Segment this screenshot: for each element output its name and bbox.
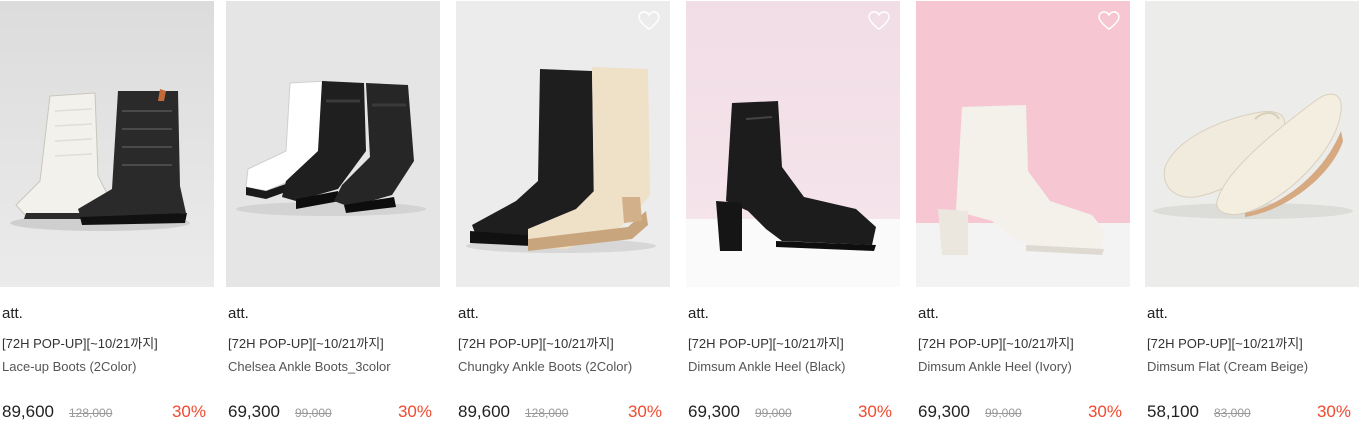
heart-outline-icon — [868, 11, 890, 31]
product-card[interactable]: att. [72H POP-UP][~10/21까지] Lace-up Boot… — [0, 0, 214, 430]
promo-tag: [72H POP-UP][~10/21까지] — [228, 336, 384, 351]
product-image[interactable] — [0, 1, 214, 287]
product-card[interactable]: att. [72H POP-UP][~10/21까지] Chungky Ankl… — [456, 0, 670, 430]
promo-tag: [72H POP-UP][~10/21까지] — [1147, 336, 1303, 351]
original-price: 99,000 — [295, 406, 332, 420]
product-image[interactable] — [1145, 1, 1359, 287]
original-price: 99,000 — [755, 406, 792, 420]
ankle-heel-black-image — [686, 1, 900, 287]
promo-tag: [72H POP-UP][~10/21까지] — [688, 336, 844, 351]
original-price: 99,000 — [985, 406, 1022, 420]
wishlist-button[interactable] — [868, 11, 890, 31]
sale-price: 58,100 — [1147, 402, 1199, 421]
promo-tag: [72H POP-UP][~10/21까지] — [458, 336, 614, 351]
product-name[interactable]: Dimsum Flat (Cream Beige) — [1147, 359, 1308, 374]
product-image[interactable] — [456, 1, 670, 287]
heart-outline-icon — [638, 11, 660, 31]
price-row: 69,300 99,000 30% — [918, 402, 1122, 424]
discount-rate: 30% — [171, 402, 206, 421]
heart-outline-icon — [1098, 11, 1120, 31]
price-row: 89,600 128,000 30% — [458, 402, 662, 424]
original-price: 83,000 — [1214, 406, 1251, 420]
product-image[interactable] — [226, 1, 440, 287]
flat-shoes-image — [1145, 1, 1359, 287]
chunky-boots-image — [456, 1, 670, 287]
promo-tag: [72H POP-UP][~10/21까지] — [918, 336, 1074, 351]
sale-price: 69,300 — [688, 402, 740, 421]
brand-name[interactable]: att. — [1147, 305, 1168, 322]
discount-rate: 30% — [397, 402, 432, 421]
brand-name[interactable]: att. — [918, 305, 939, 322]
product-name[interactable]: Chelsea Ankle Boots_3color — [228, 359, 391, 374]
brand-name[interactable]: att. — [2, 305, 23, 322]
original-price: 128,000 — [525, 406, 569, 420]
price-row: 89,600 128,000 30% — [2, 402, 206, 424]
original-price: 128,000 — [69, 406, 113, 420]
lace-up-boots-image — [0, 1, 214, 287]
discount-rate: 30% — [1316, 402, 1351, 421]
sale-price: 69,300 — [918, 402, 970, 421]
sale-price: 89,600 — [2, 402, 54, 421]
product-card[interactable]: att. [72H POP-UP][~10/21까지] Dimsum Ankle… — [686, 0, 900, 430]
price-row: 58,100 83,000 30% — [1147, 402, 1351, 424]
ankle-heel-ivory-image — [916, 1, 1130, 287]
discount-rate: 30% — [627, 402, 662, 421]
product-name[interactable]: Dimsum Ankle Heel (Black) — [688, 359, 846, 374]
brand-name[interactable]: att. — [228, 305, 249, 322]
wishlist-button[interactable] — [638, 11, 660, 31]
product-card[interactable]: att. [72H POP-UP][~10/21까지] Dimsum Flat … — [1145, 0, 1359, 430]
product-image[interactable] — [916, 1, 1130, 287]
chelsea-boots-image — [226, 1, 440, 287]
product-name[interactable]: Lace-up Boots (2Color) — [2, 359, 136, 374]
wishlist-button[interactable] — [1098, 11, 1120, 31]
discount-rate: 30% — [1087, 402, 1122, 421]
price-row: 69,300 99,000 30% — [688, 402, 892, 424]
brand-name[interactable]: att. — [458, 305, 479, 322]
product-name[interactable]: Chungky Ankle Boots (2Color) — [458, 359, 632, 374]
sale-price: 69,300 — [228, 402, 280, 421]
product-card[interactable]: att. [72H POP-UP][~10/21까지] Dimsum Ankle… — [916, 0, 1130, 430]
sale-price: 89,600 — [458, 402, 510, 421]
discount-rate: 30% — [857, 402, 892, 421]
product-card[interactable]: att. [72H POP-UP][~10/21까지] Chelsea Ankl… — [226, 0, 440, 430]
product-grid: att. [72H POP-UP][~10/21까지] Lace-up Boot… — [0, 0, 1363, 430]
brand-name[interactable]: att. — [688, 305, 709, 322]
promo-tag: [72H POP-UP][~10/21까지] — [2, 336, 158, 351]
product-image[interactable] — [686, 1, 900, 287]
product-name[interactable]: Dimsum Ankle Heel (Ivory) — [918, 359, 1072, 374]
price-row: 69,300 99,000 30% — [228, 402, 432, 424]
